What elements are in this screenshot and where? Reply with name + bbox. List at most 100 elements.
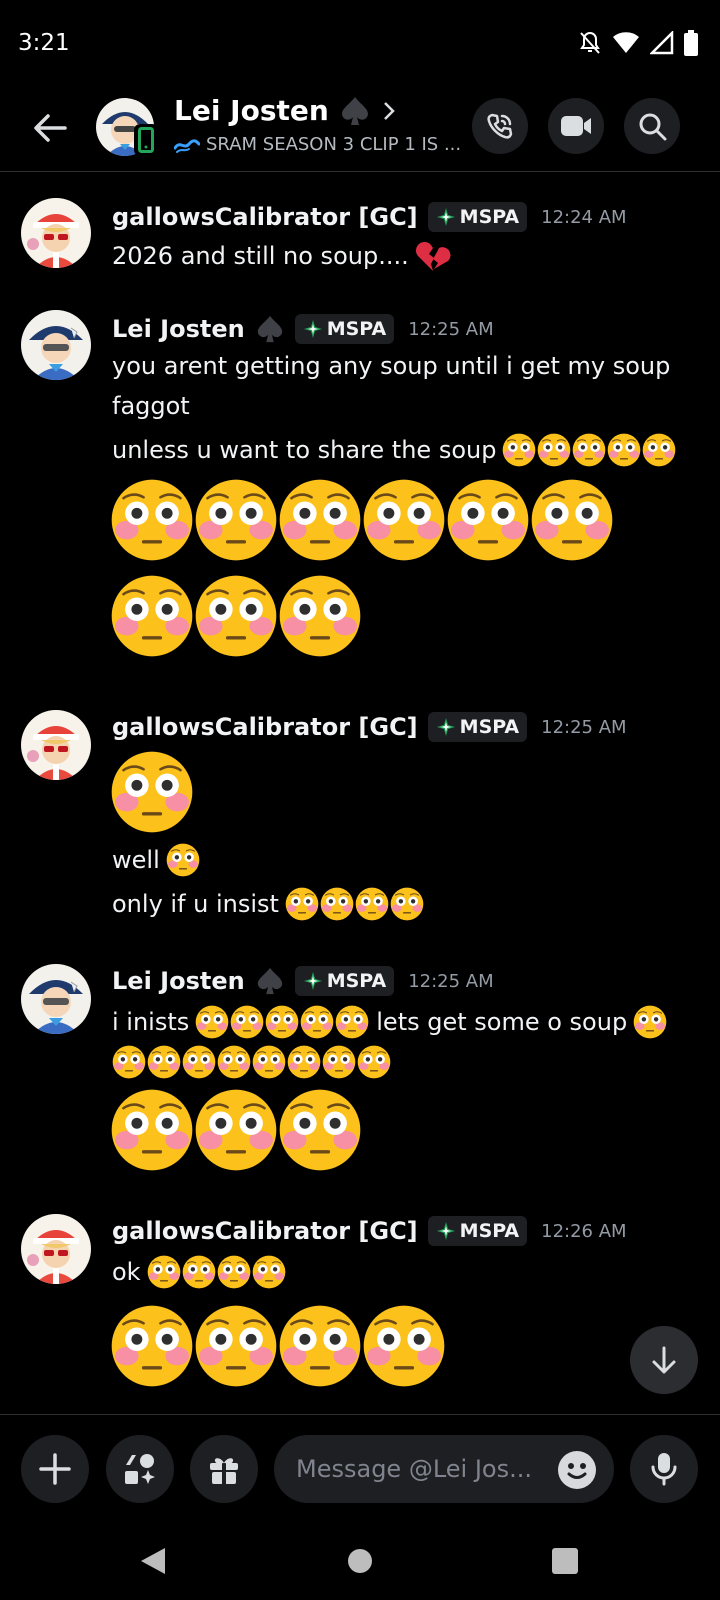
mobile-status-badge bbox=[134, 124, 158, 156]
header-title[interactable]: Lei Josten bbox=[174, 94, 397, 127]
small-emoji-group bbox=[285, 887, 425, 921]
attach-button[interactable] bbox=[21, 1435, 89, 1503]
message-timestamp: 12:25 AM bbox=[408, 318, 494, 340]
square-recents-icon bbox=[552, 1548, 578, 1574]
flushed-face-icon bbox=[110, 750, 194, 834]
author-avatar[interactable] bbox=[21, 310, 91, 380]
mobile-phone-icon bbox=[138, 127, 154, 153]
nav-recents-button[interactable] bbox=[548, 1544, 582, 1578]
flushed-face-icon bbox=[194, 478, 278, 562]
flushed-face-icon bbox=[278, 1304, 362, 1388]
apps-icon bbox=[125, 1454, 155, 1484]
message-text: faggot bbox=[112, 392, 190, 420]
author-avatar[interactable] bbox=[21, 1214, 91, 1284]
flushed-face-icon bbox=[322, 1045, 356, 1079]
search-icon bbox=[639, 113, 667, 141]
sparkle-icon bbox=[303, 319, 323, 339]
message-header: Lei Josten MSPA 12:25 AM bbox=[112, 312, 494, 346]
guild-tag-label: MSPA bbox=[459, 1220, 520, 1242]
author-name[interactable]: gallowsCalibrator [GC] bbox=[112, 1217, 418, 1245]
guild-tag[interactable]: MSPA bbox=[427, 202, 528, 232]
flushed-face-icon bbox=[502, 433, 536, 467]
jump-to-present-button[interactable] bbox=[630, 1326, 698, 1394]
author-name[interactable]: Lei Josten bbox=[112, 967, 245, 995]
flushed-face-icon bbox=[110, 574, 194, 658]
flushed-face-icon bbox=[278, 1088, 362, 1172]
sparkle-icon bbox=[303, 971, 323, 991]
wifi-icon bbox=[613, 32, 639, 53]
circle-home-icon bbox=[348, 1549, 372, 1573]
jumbo-emoji-row bbox=[110, 750, 194, 834]
flushed-face-icon bbox=[335, 1005, 369, 1039]
sparkle-icon bbox=[436, 1221, 456, 1241]
message-timestamp: 12:25 AM bbox=[408, 970, 494, 992]
smiley-icon bbox=[567, 1463, 587, 1479]
cellular-signal-icon bbox=[650, 31, 674, 55]
message-line: only if u insist bbox=[112, 884, 425, 924]
flushed-face-icon bbox=[300, 1005, 334, 1039]
status-bar: 3:21 bbox=[0, 0, 720, 88]
author-avatar[interactable] bbox=[21, 198, 91, 268]
system-nav-bar bbox=[0, 1520, 720, 1600]
video-call-button[interactable] bbox=[548, 98, 604, 154]
chevron-right-icon bbox=[383, 101, 395, 120]
nav-home-button[interactable] bbox=[343, 1544, 377, 1578]
message-group: Lei Josten MSPA 12:25 AM i inists lets g… bbox=[0, 950, 720, 1170]
header-username: Lei Josten bbox=[174, 94, 329, 127]
voice-message-button[interactable] bbox=[630, 1435, 698, 1503]
author-avatar[interactable] bbox=[21, 964, 91, 1034]
message-group: Lei Josten MSPA 12:25 AM you arent getti… bbox=[0, 308, 720, 628]
voice-call-button[interactable] bbox=[472, 98, 528, 154]
author-name[interactable]: gallowsCalibrator [GC] bbox=[112, 203, 418, 231]
phone-call-icon bbox=[487, 113, 513, 139]
flushed-face-icon bbox=[278, 478, 362, 562]
video-camera-icon bbox=[561, 116, 591, 136]
message-group: gallowsCalibrator [GC] MSPA 12:25 AM wel… bbox=[0, 696, 720, 936]
flushed-face-icon bbox=[110, 1304, 194, 1388]
message-text: 2026 and still no soup.... bbox=[112, 242, 409, 270]
author-name[interactable]: Lei Josten bbox=[112, 315, 245, 343]
nav-back-button[interactable] bbox=[136, 1544, 170, 1578]
spade-icon bbox=[255, 966, 285, 996]
message-line: 2026 and still no soup.... bbox=[112, 238, 451, 274]
flushed-face-icon bbox=[537, 433, 571, 467]
search-button[interactable] bbox=[624, 98, 680, 154]
spade-icon bbox=[341, 96, 368, 125]
apps-button[interactable] bbox=[106, 1435, 174, 1503]
gift-button[interactable] bbox=[190, 1435, 258, 1503]
author-avatar[interactable] bbox=[21, 710, 91, 780]
flushed-face-icon bbox=[230, 1005, 264, 1039]
guild-tag[interactable]: MSPA bbox=[427, 712, 528, 742]
flushed-face-icon bbox=[446, 478, 530, 562]
message-header: Lei Josten MSPA 12:25 AM bbox=[112, 964, 494, 998]
guild-tag[interactable]: MSPA bbox=[294, 966, 395, 996]
flushed-face-icon bbox=[607, 433, 641, 467]
author-name[interactable]: gallowsCalibrator [GC] bbox=[112, 713, 418, 741]
message-line: faggot bbox=[112, 388, 196, 424]
guild-tag[interactable]: MSPA bbox=[294, 314, 395, 344]
bell-off-icon bbox=[580, 31, 600, 54]
flushed-face-icon bbox=[110, 1088, 194, 1172]
message-header: gallowsCalibrator [GC] MSPA 12:24 AM bbox=[112, 200, 627, 234]
triangle-back-icon bbox=[141, 1548, 165, 1574]
flushed-face-icon bbox=[166, 843, 200, 877]
message-text: lets get some o soup bbox=[376, 1008, 628, 1036]
flushed-face-icon bbox=[362, 478, 446, 562]
flushed-face-icon bbox=[195, 1005, 229, 1039]
flushed-face-icon bbox=[182, 1255, 216, 1289]
message-timestamp: 12:26 AM bbox=[541, 1220, 627, 1242]
guild-tag-label: MSPA bbox=[459, 716, 520, 738]
custom-status-text: SRAM SEASON 3 CLIP 1 IS ... bbox=[206, 134, 462, 155]
flushed-face-icon bbox=[278, 574, 362, 658]
flushed-face-icon bbox=[572, 433, 606, 467]
jumbo-emoji-row bbox=[110, 1304, 446, 1388]
flushed-face-icon bbox=[182, 1045, 216, 1079]
message-group: gallowsCalibrator [GC] MSPA 12:24 AM 202… bbox=[0, 196, 720, 276]
small-emoji-group bbox=[147, 1255, 287, 1289]
guild-tag[interactable]: MSPA bbox=[427, 1216, 528, 1246]
message-group: gallowsCalibrator [GC] MSPA 12:26 AM ok bbox=[0, 1200, 720, 1380]
flushed-face-icon bbox=[633, 1005, 667, 1039]
emoji-picker-button[interactable] bbox=[558, 1451, 596, 1489]
back-button[interactable] bbox=[28, 106, 72, 150]
message-input[interactable] bbox=[296, 1435, 546, 1503]
